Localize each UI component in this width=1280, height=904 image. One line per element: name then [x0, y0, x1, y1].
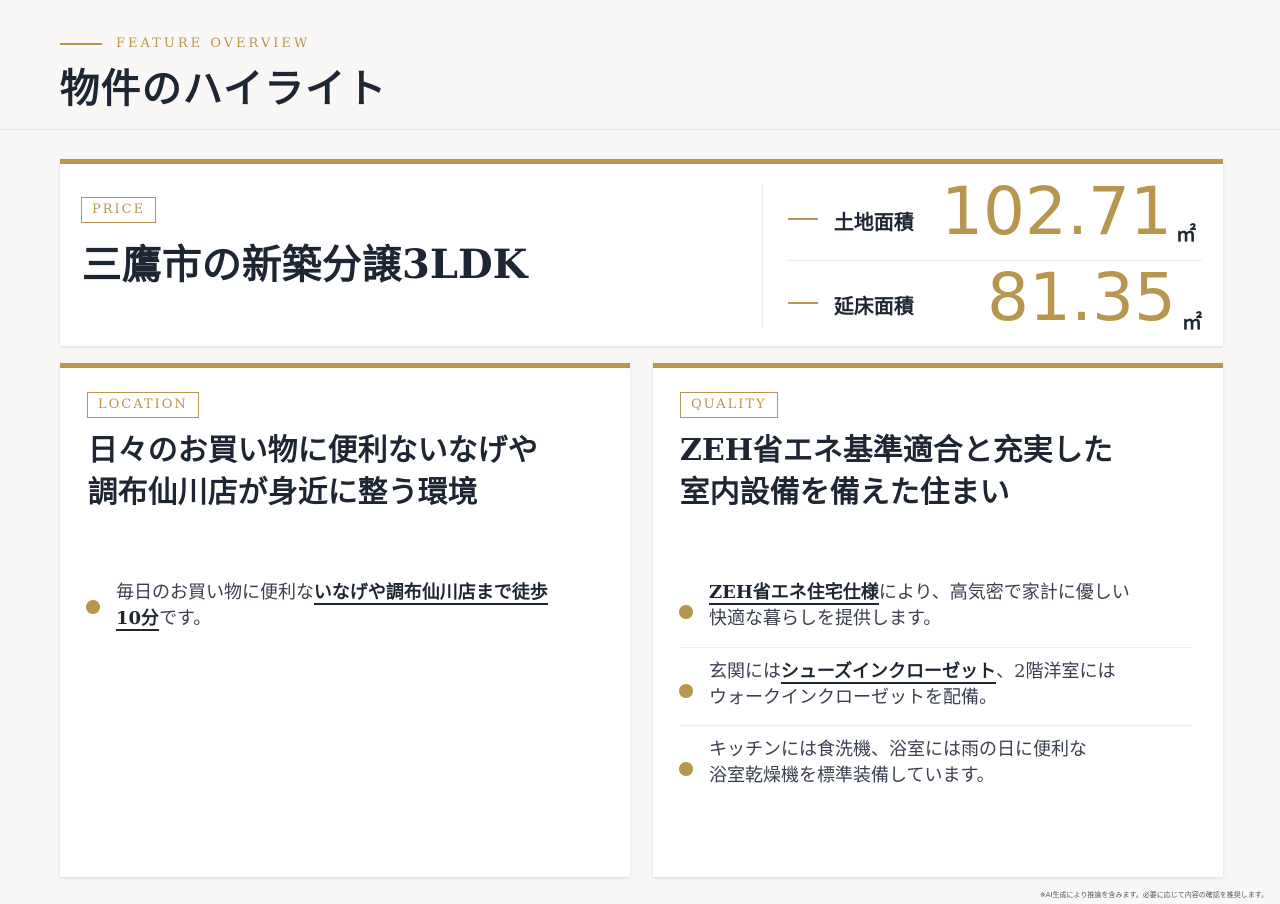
feature-text-part: です。 — [159, 608, 212, 629]
metric-unit: ㎡ — [1182, 310, 1202, 334]
feature-text-part: 毎日のお買い物に便利な — [116, 582, 314, 603]
feature-text-part: 快適な暮らしを提供します。 — [709, 608, 942, 629]
feature-emphasis: 10分 — [116, 608, 160, 631]
metric-label: 延床面積 — [834, 294, 914, 318]
feature-text-part: ウォークインクローゼットを配備。 — [709, 687, 997, 708]
bullet-dot — [679, 762, 693, 776]
location-card: LOCATION 日々のお買い物に便利ないなげや 調布仙川店が身近に整う環境 毎… — [60, 363, 630, 877]
eyebrow: FEATURE OVERVIEW — [60, 36, 310, 51]
quality-tag: QUALITY — [680, 392, 778, 418]
feature-text-part: 玄関には — [709, 661, 781, 682]
bullet-dot — [86, 600, 100, 614]
location-tag: LOCATION — [87, 392, 199, 418]
heading-line: ZEH省エネ基準適合と充実した — [680, 433, 1114, 468]
metric-value: 81.35 — [987, 259, 1176, 336]
bullet-dot — [679, 684, 693, 698]
heading-line: 調布仙川店が身近に整う環境 — [88, 475, 478, 510]
price-card: PRICE 三鷹市の新築分譲3LDK 土地面積 102.71 ㎡ 延床面積 81… — [60, 159, 1223, 346]
eyebrow-label: FEATURE OVERVIEW — [116, 36, 311, 51]
feature-emphasis: ZEH省エネ住宅仕様 — [709, 582, 879, 605]
quality-card: QUALITY ZEH省エネ基準適合と充実した 室内設備を備えた住まい ZEH省… — [653, 363, 1223, 877]
feature-text: 玄関にはシューズインクローゼット、2階洋室には ウォークインクローゼットを配備。 — [709, 659, 1116, 711]
price-title: 三鷹市の新築分譲3LDK — [82, 241, 528, 288]
feature-text: ZEH省エネ住宅仕様により、高気密で家計に優しい 快適な暮らしを提供します。 — [709, 580, 1130, 632]
feature-text: キッチンには食洗機、浴室には雨の日に便利な 浴室乾燥機を標準装備しています。 — [709, 737, 1087, 789]
feature-text-part: 、2階洋室には — [996, 661, 1116, 682]
feature-emphasis: シューズインクローゼット — [781, 661, 997, 684]
metric-land-area: 土地面積 102.71 ㎡ — [788, 170, 1202, 261]
metric-dash — [788, 218, 818, 220]
price-tag: PRICE — [81, 197, 157, 223]
metric-dash — [788, 302, 818, 304]
footnote: ※AI生成により推論を含みます。必要に応じて内容の確認を推奨します。 — [1039, 891, 1268, 899]
heading-line: 室内設備を備えた住まい — [680, 475, 1010, 510]
page-header: FEATURE OVERVIEW 物件のハイライト — [0, 0, 1280, 130]
feature-item: キッチンには食洗機、浴室には雨の日に便利な 浴室乾燥機を標準装備しています。 — [679, 737, 1193, 797]
quality-heading: ZEH省エネ基準適合と充実した 室内設備を備えた住まい — [680, 430, 1113, 514]
feature-item: 毎日のお買い物に便利ないなげや調布仙川店まで徒歩 10分です。 — [86, 580, 600, 636]
eyebrow-rule — [60, 42, 102, 45]
page-title: 物件のハイライト — [60, 65, 388, 112]
vertical-divider — [762, 184, 763, 328]
feature-text: 毎日のお買い物に便利ないなげや調布仙川店まで徒歩 10分です。 — [116, 580, 548, 632]
feature-text-part: 浴室乾燥機を標準装備しています。 — [709, 765, 995, 786]
heading-line: 日々のお買い物に便利ないなげや — [88, 433, 538, 468]
metric-unit: ㎡ — [1176, 222, 1196, 246]
feature-item: 玄関にはシューズインクローゼット、2階洋室には ウォークインクローゼットを配備。 — [679, 659, 1193, 726]
feature-emphasis: いなげや調布仙川店まで徒歩 — [314, 582, 548, 605]
metric-floor-area: 延床面積 81.35 ㎡ — [788, 259, 1202, 352]
metric-value: 102.71 — [941, 173, 1172, 250]
feature-item: ZEH省エネ住宅仕様により、高気密で家計に優しい 快適な暮らしを提供します。 — [679, 580, 1193, 648]
bullet-dot — [679, 605, 693, 619]
location-heading: 日々のお買い物に便利ないなげや 調布仙川店が身近に整う環境 — [88, 430, 538, 514]
feature-text-part: により、高気密で家計に優しい — [878, 582, 1130, 603]
feature-text-part: キッチンには食洗機、浴室には雨の日に便利な — [709, 739, 1087, 760]
metric-label: 土地面積 — [834, 210, 914, 234]
